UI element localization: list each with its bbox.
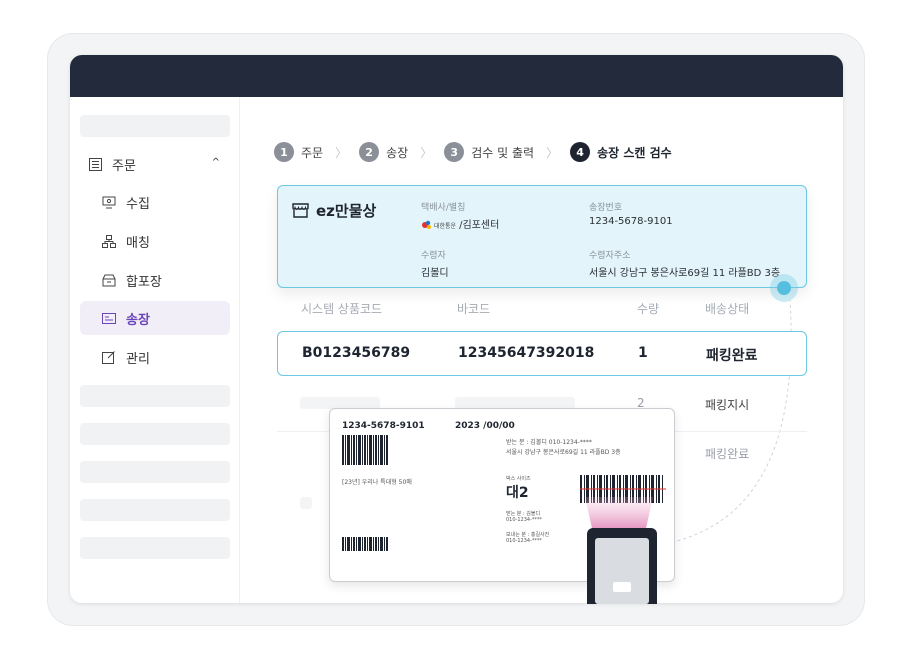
row3-status: 패킹완료 [705, 447, 750, 461]
label-box-size: 대2 [506, 485, 529, 501]
cell-system-code: B0123456789 [302, 345, 411, 361]
label-sender-phone-small: 010-1234-**** [506, 538, 542, 544]
row2-status: 패킹지시 [705, 398, 750, 412]
col-qty: 수량 [637, 302, 660, 316]
cell-qty: 1 [638, 345, 648, 361]
cell-status: 패킹완료 [706, 348, 758, 364]
label-product: [23년] 우리나 특대형 50매 [342, 479, 412, 486]
label-box-size-label: 박스 사이즈 [506, 476, 531, 482]
scanner-button [613, 582, 631, 592]
col-status: 배송상태 [705, 302, 750, 316]
label-receiver: 받는 분 : 김볼디 010-1234-**** [506, 439, 592, 446]
barcode-icon [342, 537, 388, 551]
label-receiver-phone-small: 010-1234-**** [506, 517, 542, 523]
col-barcode: 바코드 [457, 302, 491, 316]
table-row-highlighted[interactable]: B0123456789 12345647392018 1 패킹완료 [277, 331, 807, 376]
barcode-icon [342, 435, 388, 465]
barcode-scanner [587, 528, 657, 604]
label-invoice-number: 1234-5678-9101 [342, 421, 425, 431]
cell-barcode: 12345647392018 [458, 345, 595, 361]
label-address: 서울시 강남구 봉은사로69길 11 라플BD 3층 [506, 449, 621, 456]
col-system-code: 시스템 상품코드 [301, 302, 383, 316]
scanner-screen [595, 538, 649, 604]
label-date: 2023 /00/00 [455, 421, 515, 431]
table-header: 시스템 상품코드 바코드 수량 배송상태 [277, 300, 807, 322]
label-receiver-small: 받는 분 : 김볼디 [506, 511, 541, 517]
label-sender-small: 보내는 분 : 홍길사진 [506, 532, 550, 538]
skeleton-cell [300, 497, 312, 509]
